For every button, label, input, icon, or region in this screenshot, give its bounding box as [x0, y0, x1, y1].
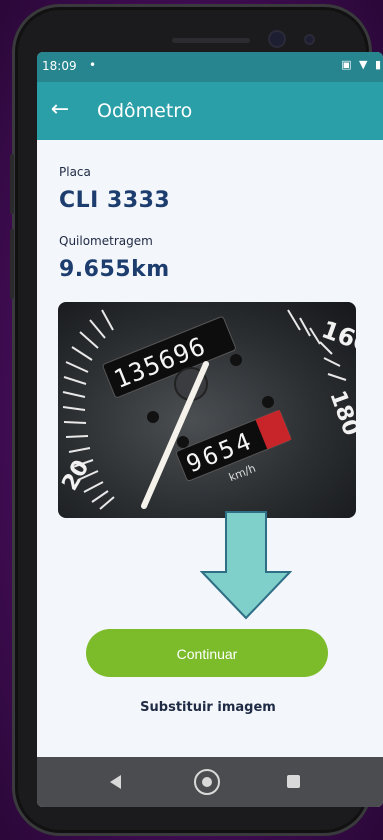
speed-label-180: 180	[324, 388, 356, 440]
gauge-screw-3	[262, 396, 274, 408]
odometer-photo-illustration: 160 180 20 135696 9654 km/h	[58, 309, 356, 510]
trip-counter: 9654 km/h	[176, 409, 292, 484]
plate-value: CLI 3333	[59, 188, 171, 213]
continue-button[interactable]: Continuar	[86, 629, 328, 677]
status-icons: ▣ ▼ ▮	[341, 58, 383, 71]
android-nav-bar	[37, 757, 383, 807]
mileage-value: 9.655km	[59, 257, 170, 282]
circle-home-icon[interactable]	[194, 769, 220, 795]
mileage-label: Quilometragem	[59, 234, 153, 248]
gauge-screw-2	[147, 411, 159, 423]
notification-dot: •	[89, 58, 97, 72]
volume-button	[10, 154, 14, 214]
odometer-photo: 160 180 20 135696 9654 km/h	[58, 302, 356, 518]
status-time: 18:09	[42, 59, 77, 73]
odometer-counter: 135696	[102, 316, 236, 398]
unit-label: km/h	[227, 462, 258, 484]
arrow-left-icon: ←	[50, 97, 70, 122]
square-recent-icon[interactable]	[287, 775, 300, 788]
gauge-screw	[230, 354, 242, 366]
page-title: Odômetro	[97, 100, 193, 122]
front-camera-icon	[270, 32, 284, 46]
volume-button-lower	[10, 229, 14, 299]
sensor-icon	[306, 36, 313, 43]
plate-label: Placa	[59, 165, 91, 179]
earpiece-speaker	[172, 38, 250, 43]
app-screen: 18:09 • ▣ ▼ ▮ ← Odômetro Placa CLI 3333 …	[37, 52, 383, 807]
down-arrow-icon	[200, 511, 292, 620]
gauge-screw-4	[177, 436, 189, 448]
triangle-back-icon[interactable]	[110, 775, 121, 789]
status-bar: 18:09 • ▣ ▼ ▮	[37, 52, 383, 82]
speed-label-160: 160	[318, 315, 356, 358]
back-button[interactable]: ←	[45, 96, 75, 124]
app-bar: ← Odômetro	[37, 82, 383, 140]
replace-image-button[interactable]: Substituir imagem	[97, 700, 319, 722]
